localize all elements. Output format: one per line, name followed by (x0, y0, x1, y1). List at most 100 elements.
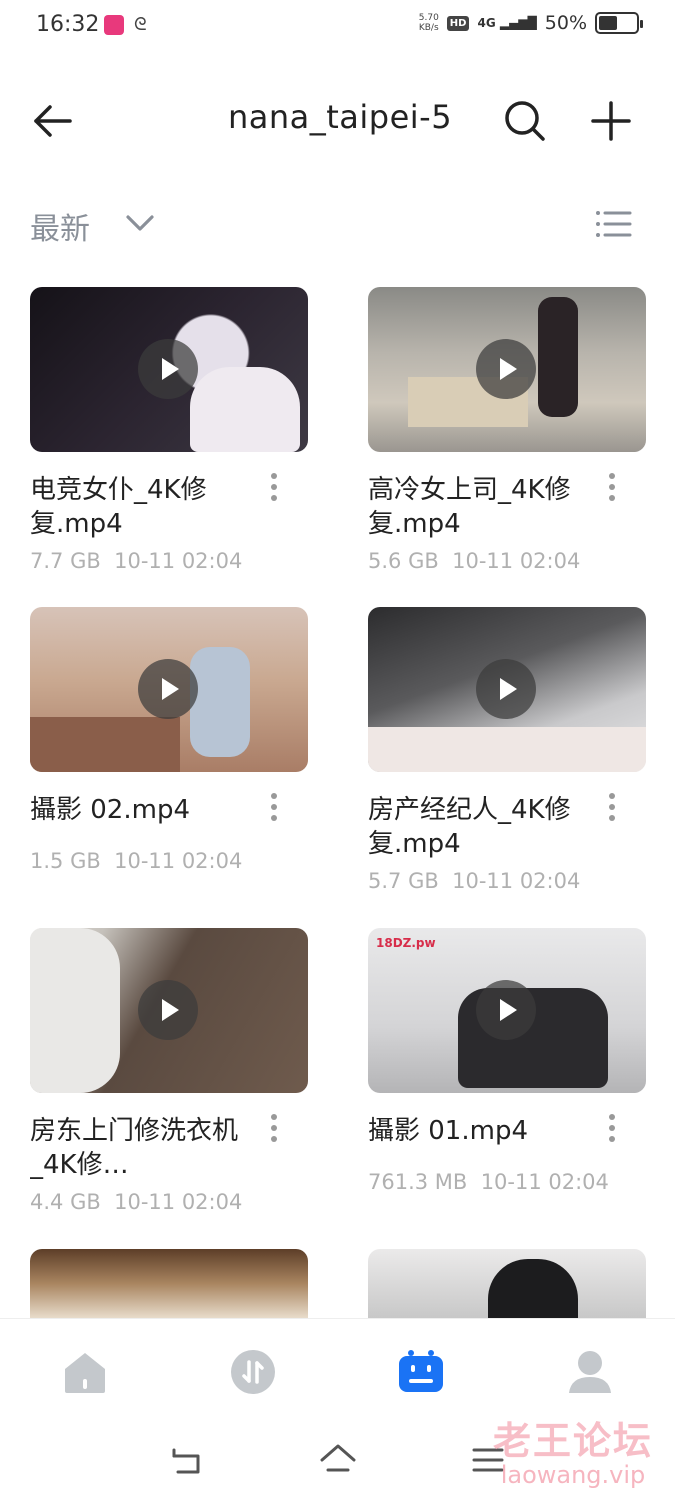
nav-home[interactable] (60, 1347, 110, 1397)
more-options-button[interactable] (602, 473, 622, 507)
bottom-nav (0, 1318, 675, 1422)
file-size: 1.5 GB (30, 849, 101, 873)
file-size: 761.3 MB (368, 1170, 468, 1194)
thumbnail-image (30, 928, 120, 1093)
more-options-button[interactable] (602, 1114, 622, 1148)
net-speed-unit: KB/s (418, 23, 439, 33)
more-dot (609, 1114, 615, 1120)
battery-icon (595, 12, 643, 34)
file-meta: 1.5 GB 10-11 02:04 (30, 849, 242, 873)
net-speed-value: 5.70 (418, 13, 439, 23)
add-button[interactable] (586, 96, 636, 146)
more-dot (271, 815, 277, 821)
search-icon (505, 101, 545, 141)
file-meta: 7.7 GB 10-11 02:04 (30, 549, 242, 573)
file-card[interactable]: 电竞女仆_4K修复.mp4 7.7 GB 10-11 02:04 (30, 287, 308, 573)
back-gesture-icon (172, 1448, 200, 1474)
plus-icon (591, 101, 631, 141)
file-card[interactable]: 房东上门修洗衣机_4K修… 4.4 GB 10-11 02:04 (30, 928, 308, 1214)
play-icon[interactable] (138, 980, 198, 1040)
play-icon[interactable] (138, 339, 198, 399)
more-dot (609, 804, 615, 810)
nav-files[interactable] (396, 1347, 446, 1397)
more-dot (609, 495, 615, 501)
video-thumbnail[interactable]: 18DZ.pw (368, 928, 646, 1093)
arrow-left-icon (34, 105, 72, 137)
more-options-button[interactable] (264, 1114, 284, 1148)
more-dot (609, 815, 615, 821)
file-name: 房东上门修洗衣机_4K修… (30, 1116, 239, 1180)
play-icon[interactable] (138, 659, 198, 719)
back-button[interactable] (28, 96, 78, 146)
play-icon[interactable] (476, 980, 536, 1040)
more-dot (271, 1114, 277, 1120)
file-card[interactable] (30, 1249, 308, 1318)
play-icon[interactable] (476, 339, 536, 399)
file-card[interactable]: 高冷女上司_4K修复.mp4 5.6 GB 10-11 02:04 (368, 287, 646, 573)
nav-profile[interactable] (565, 1347, 615, 1397)
file-date: 10-11 02:04 (114, 849, 243, 873)
home-outline-icon (320, 1444, 356, 1472)
file-name: 攝影 02.mp4 (30, 795, 190, 825)
file-card[interactable]: 攝影 02.mp4 1.5 GB 10-11 02:04 (30, 607, 308, 873)
file-card[interactable]: 18DZ.pw 攝影 01.mp4 761.3 MB 10-11 02:04 (368, 928, 646, 1194)
more-dot (271, 495, 277, 501)
more-dot (609, 793, 615, 799)
network-type: 4G (477, 16, 496, 30)
more-dot (271, 1125, 277, 1131)
home-icon (65, 1353, 105, 1393)
system-home-button[interactable] (318, 1440, 358, 1480)
more-options-button[interactable] (602, 793, 622, 827)
app-notification-icon (104, 15, 124, 35)
file-name: 电竞女仆_4K修复.mp4 (30, 475, 207, 539)
net-speed: 5.70 KB/s (419, 13, 439, 33)
video-thumbnail[interactable] (368, 287, 646, 452)
status-right: 5.70 KB/s HD 4G ▂▄▆█ 50% (419, 12, 643, 34)
video-thumbnail[interactable] (30, 928, 308, 1093)
more-options-button[interactable] (264, 473, 284, 507)
sort-dropdown-label[interactable]: 最新 (30, 204, 90, 248)
file-name: 房产经纪人_4K修复.mp4 (368, 795, 571, 859)
more-dot (271, 1136, 277, 1142)
signal-icon: 4G ▂▄▆█ (477, 16, 537, 30)
chevron-down-icon (126, 215, 154, 231)
file-card[interactable]: 房产经纪人_4K修复.mp4 5.7 GB 10-11 02:04 (368, 607, 646, 893)
file-size: 7.7 GB (30, 549, 101, 573)
file-name: 高冷女上司_4K修复.mp4 (368, 475, 571, 539)
play-icon[interactable] (476, 659, 536, 719)
battery-percent: 50% (544, 12, 587, 34)
thumbnail-image (488, 1259, 578, 1318)
header: nana_taipei-5 (0, 70, 675, 170)
nav-transfer[interactable] (228, 1347, 278, 1397)
video-thumbnail[interactable] (368, 607, 646, 772)
video-thumbnail[interactable] (368, 1249, 646, 1318)
video-thumbnail[interactable] (30, 607, 308, 772)
file-size: 5.7 GB (368, 869, 439, 893)
system-back-button[interactable] (168, 1440, 208, 1480)
more-dot (609, 473, 615, 479)
file-meta: 5.6 GB 10-11 02:04 (368, 549, 580, 573)
file-size: 4.4 GB (30, 1190, 101, 1214)
watermark-title: 老王论坛 (492, 1419, 653, 1463)
file-meta: 4.4 GB 10-11 02:04 (30, 1190, 242, 1214)
list-view-button[interactable] (590, 204, 636, 244)
more-options-button[interactable] (264, 793, 284, 827)
video-thumbnail[interactable] (30, 1249, 308, 1318)
search-button[interactable] (500, 96, 550, 146)
file-card[interactable] (368, 1249, 646, 1318)
battery-fill (599, 16, 617, 30)
more-dot (271, 484, 277, 490)
file-meta: 761.3 MB 10-11 02:04 (368, 1170, 609, 1194)
status-notification-icons: ᘓ (104, 15, 154, 35)
file-date: 10-11 02:04 (480, 1170, 609, 1194)
thumbnail-watermark: 18DZ.pw (376, 936, 436, 950)
sort-dropdown[interactable] (122, 208, 158, 238)
watermark: 老王论坛 laowang.vip (493, 1410, 653, 1489)
page-title: nana_taipei-5 (227, 98, 453, 136)
profile-icon (569, 1351, 611, 1393)
video-thumbnail[interactable] (30, 287, 308, 452)
thumbnail-image (190, 367, 300, 452)
more-dot (271, 473, 277, 479)
more-dot (609, 484, 615, 490)
thumbnail-image (190, 647, 250, 757)
